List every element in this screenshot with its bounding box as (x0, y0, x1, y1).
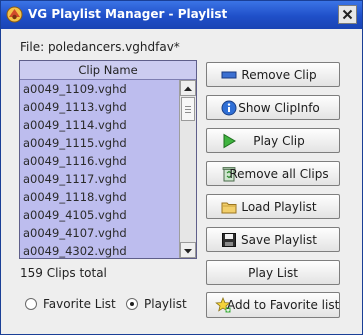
scroll-thumb[interactable] (181, 97, 195, 121)
window-title: VG Playlist Manager - Playlist (28, 7, 228, 21)
clip-list-body[interactable]: a0049_1109.vghd a0049_1113.vghd a0049_11… (20, 80, 178, 258)
list-item[interactable]: a0049_4105.vghd (20, 206, 178, 224)
remove-all-clips-label: Remove all Clips (229, 167, 329, 181)
scroll-down-button[interactable] (180, 242, 196, 258)
clip-name-column-header[interactable]: Clip Name (20, 61, 196, 80)
play-clip-button[interactable]: Play Clip (206, 128, 340, 153)
remove-clip-label: Remove Clip (241, 68, 317, 82)
list-item[interactable]: a0049_1118.vghd (20, 188, 178, 206)
favorite-list-radio-label: Favorite List (43, 297, 116, 311)
arrow-up-icon (184, 86, 192, 91)
radio-button-selected[interactable] (126, 298, 138, 310)
list-item[interactable]: a0049_4302.vghd (20, 242, 178, 258)
remove-all-clips-button[interactable]: Remove all Clips (206, 161, 340, 186)
add-to-favorite-list-button[interactable]: Add to Favorite list (206, 292, 340, 318)
list-item[interactable]: a0049_1117.vghd (20, 170, 178, 188)
arrow-down-icon (184, 249, 192, 254)
remove-clip-button[interactable]: Remove Clip (206, 62, 340, 87)
playlist-manager-window: VG Playlist Manager - Playlist File: pol… (0, 0, 363, 335)
save-playlist-button[interactable]: Save Playlist (206, 227, 340, 252)
clips-total-count: 159 Clips total (20, 266, 107, 280)
close-icon (342, 9, 353, 20)
playlist-radio-label: Playlist (144, 297, 187, 311)
load-playlist-button[interactable]: Load Playlist (206, 194, 340, 219)
list-item[interactable]: a0049_1116.vghd (20, 152, 178, 170)
list-item[interactable]: a0049_1115.vghd (20, 134, 178, 152)
grip-line (185, 109, 191, 110)
close-button[interactable] (338, 5, 357, 24)
load-playlist-label: Load Playlist (241, 200, 317, 214)
show-clipinfo-label: Show ClipInfo (238, 101, 320, 115)
title-bar[interactable]: VG Playlist Manager - Playlist (1, 1, 362, 29)
vertical-scrollbar[interactable] (179, 80, 196, 258)
play-list-label: Play List (248, 266, 298, 280)
add-to-favorite-list-label: Add to Favorite list (227, 298, 340, 312)
grip-line (185, 112, 191, 113)
list-item[interactable]: a0049_1113.vghd (20, 98, 178, 116)
app-logo-icon (6, 6, 23, 23)
list-item[interactable]: a0049_4107.vghd (20, 224, 178, 242)
show-clipinfo-button[interactable]: Show ClipInfo (206, 95, 340, 120)
radio-selected-dot (130, 302, 134, 306)
play-list-button[interactable]: Play List (206, 260, 340, 285)
list-item[interactable]: a0049_1114.vghd (20, 116, 178, 134)
file-label: File: poledancers.vghdfav* (20, 40, 180, 54)
save-playlist-label: Save Playlist (241, 233, 317, 247)
list-item[interactable]: a0049_1109.vghd (20, 80, 178, 98)
grip-line (185, 106, 191, 107)
clip-list[interactable]: Clip Name a0049_1109.vghd a0049_1113.vgh… (19, 60, 197, 259)
radio-button-unselected[interactable] (25, 298, 37, 310)
play-clip-label: Play Clip (253, 134, 305, 148)
scroll-up-button[interactable] (180, 80, 196, 96)
